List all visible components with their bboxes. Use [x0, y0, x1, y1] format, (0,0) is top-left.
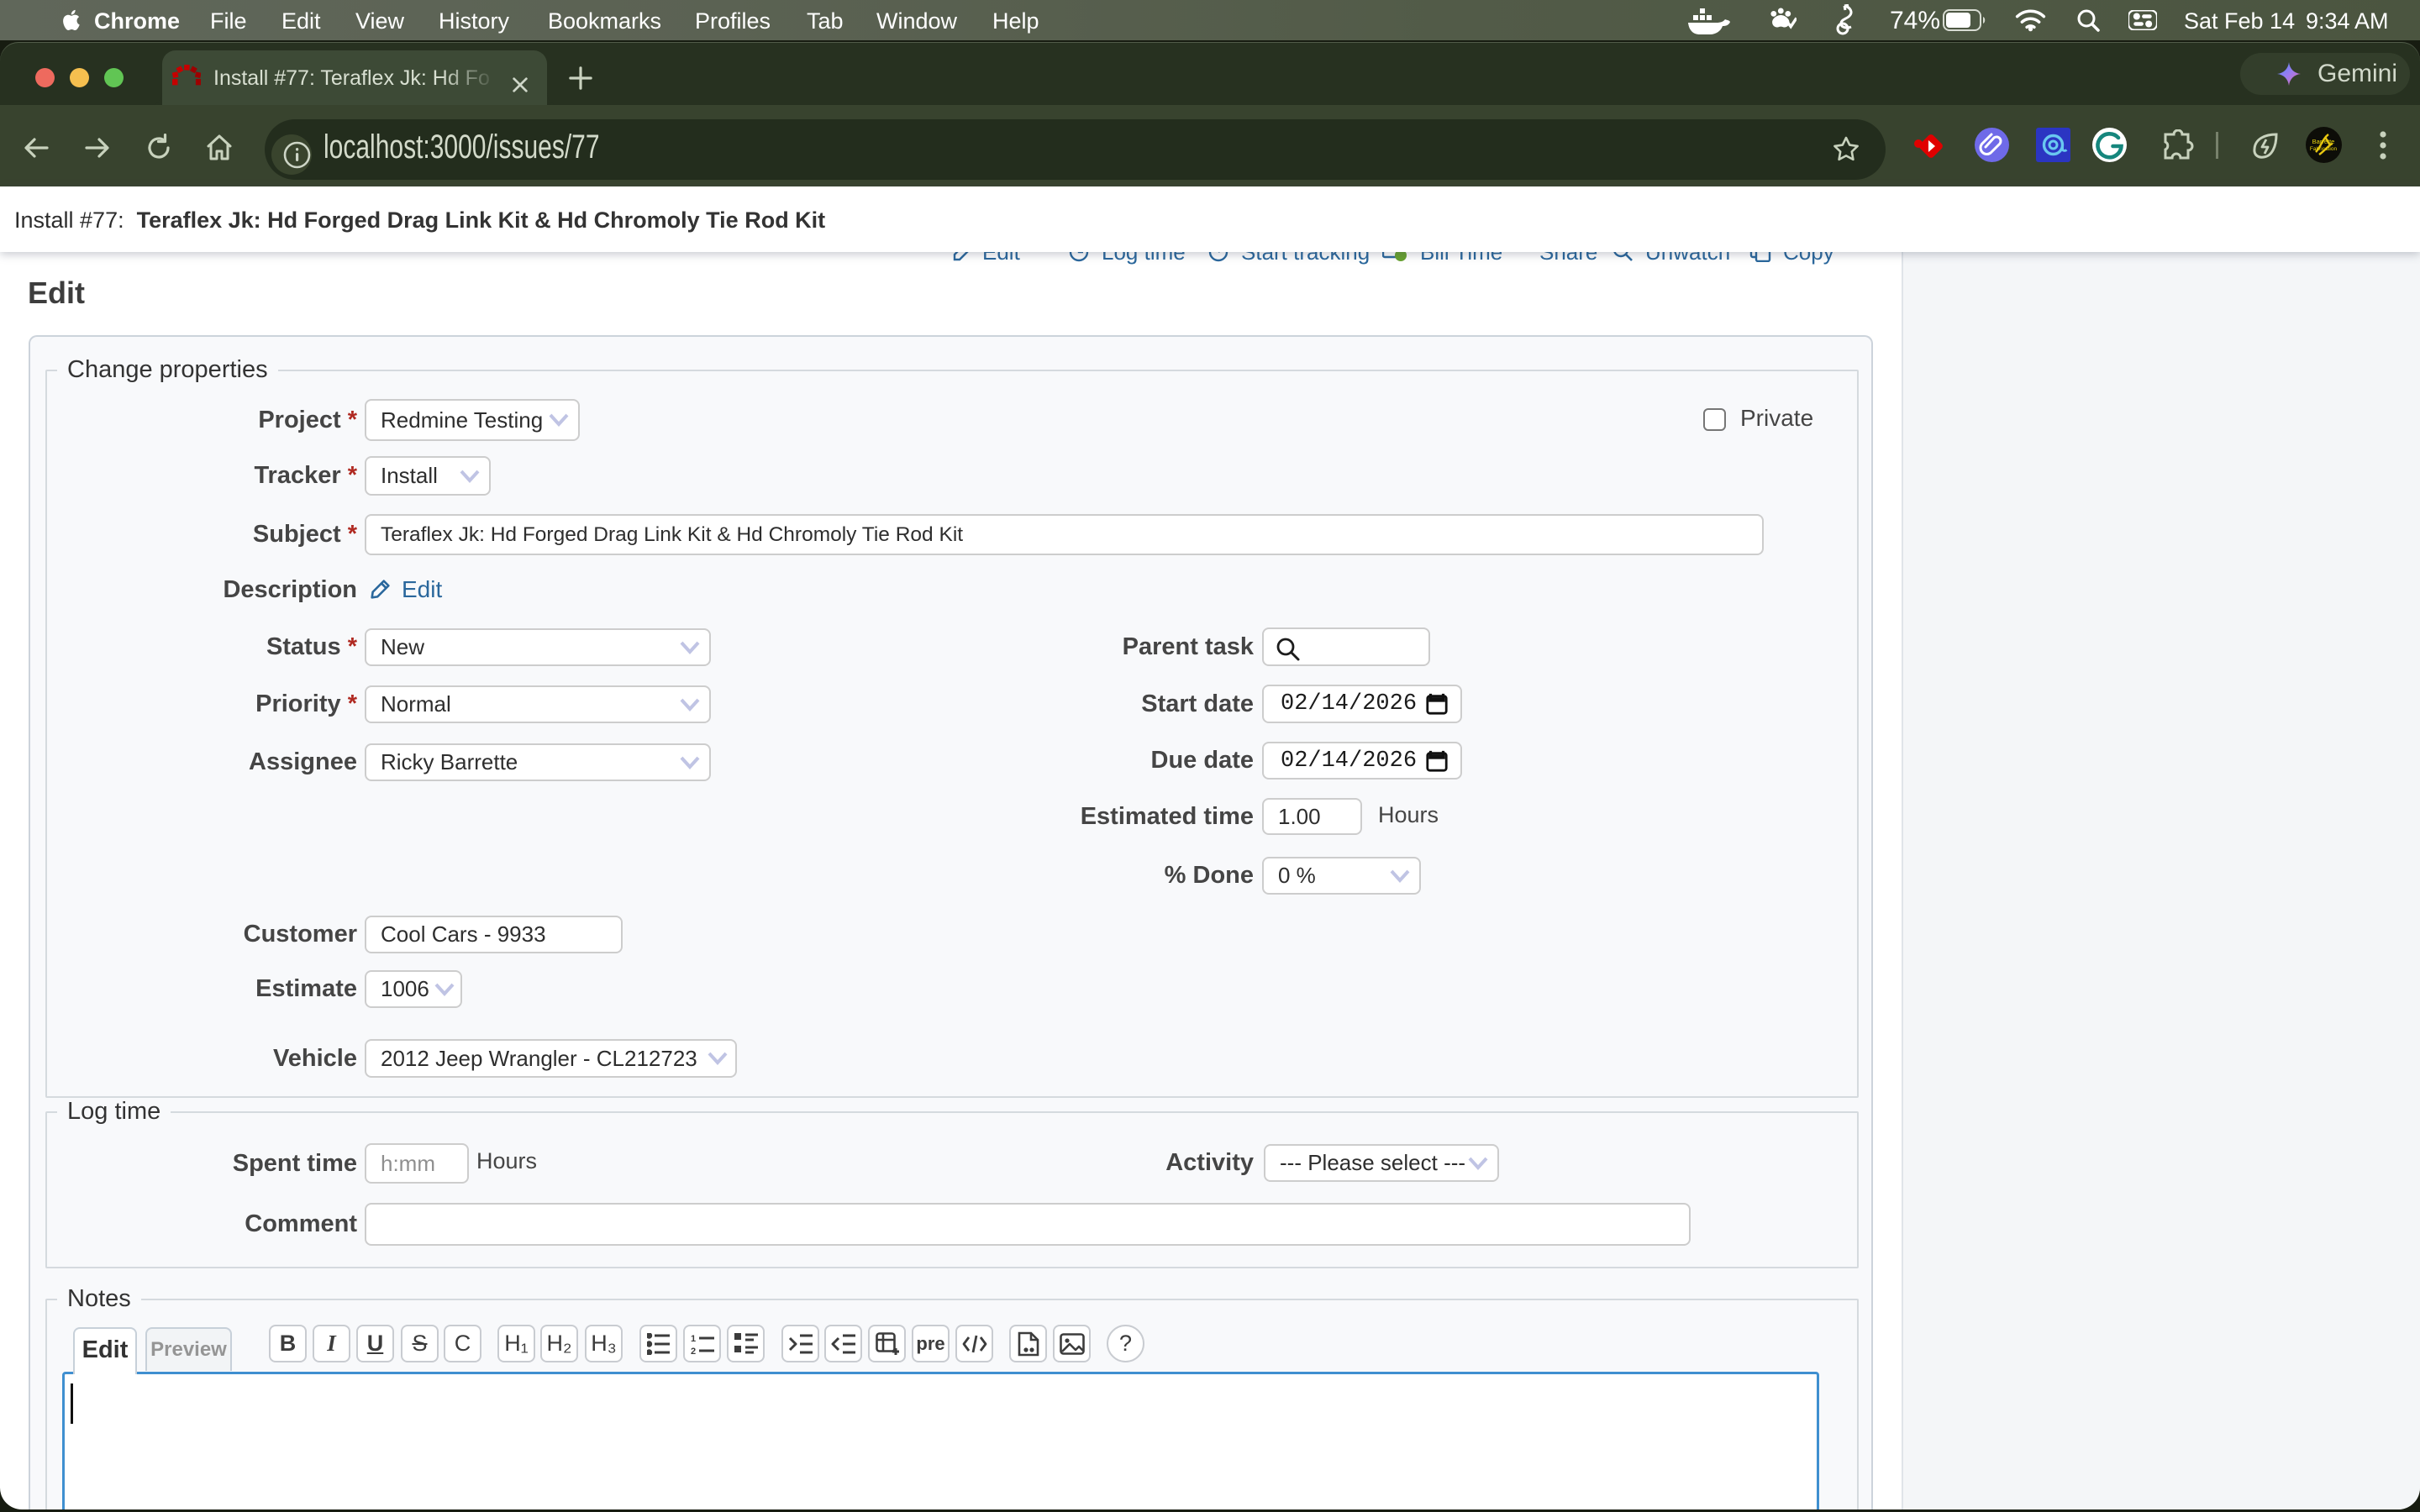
svg-text:1: 1	[691, 1334, 696, 1344]
svg-text:2: 2	[691, 1347, 696, 1356]
svg-text:Barrette: Barrette	[2312, 138, 2335, 145]
svg-text:Fabrication: Fabrication	[2310, 146, 2338, 152]
